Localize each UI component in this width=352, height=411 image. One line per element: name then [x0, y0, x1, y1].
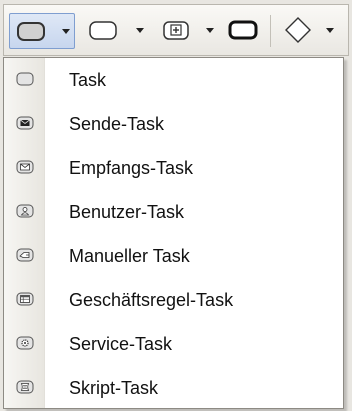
task-icon [16, 72, 34, 86]
task-shape-dropdown-button[interactable] [9, 13, 75, 49]
gateway-dropdown-button[interactable] [278, 13, 344, 49]
menu-item-label: Task [69, 70, 107, 90]
call-activity-button[interactable] [223, 13, 263, 49]
menu-item-service-task[interactable]: Service-Task [4, 322, 343, 366]
menu-item-manual-task[interactable]: Manueller Task [4, 234, 343, 278]
gateway-diamond-icon [285, 17, 311, 43]
service-task-icon [16, 336, 34, 350]
menu-item-receive-task[interactable]: Empfangs-Task [4, 146, 343, 190]
subprocess-shape-icon [89, 21, 117, 40]
menu-item-label: Manueller Task [69, 246, 190, 266]
task-type-menu: Task Sende-Task Empfangs-Task Benutzer-T… [3, 57, 344, 409]
chevron-down-icon [62, 29, 70, 34]
chevron-down-icon [326, 28, 334, 33]
business-rule-task-icon [16, 292, 34, 306]
menu-item-label: Benutzer-Task [69, 202, 185, 222]
collapsed-subprocess-icon [163, 21, 189, 40]
subprocess-shape-dropdown-button[interactable] [82, 13, 152, 49]
shape-toolbar [3, 4, 349, 56]
menu-item-business-rule-task[interactable]: Geschäftsregel-Task [4, 278, 343, 322]
menu-item-task[interactable]: Task [4, 58, 343, 102]
menu-item-label: Skript-Task [69, 378, 159, 398]
receive-task-icon [16, 160, 34, 174]
menu-item-script-task[interactable]: Skript-Task [4, 366, 343, 410]
menu-item-user-task[interactable]: Benutzer-Task [4, 190, 343, 234]
user-task-icon [16, 204, 34, 218]
task-shape-icon [17, 22, 45, 41]
menu-item-label: Empfangs-Task [69, 158, 194, 178]
manual-task-icon [16, 248, 34, 262]
collapsed-subprocess-dropdown-button[interactable] [156, 13, 222, 49]
chevron-down-icon [206, 28, 214, 33]
send-task-icon [16, 116, 34, 130]
chevron-down-icon [136, 28, 144, 33]
menu-item-label: Service-Task [69, 334, 173, 354]
script-task-icon [16, 380, 34, 394]
toolbar-separator [270, 15, 271, 47]
menu-item-label: Geschäftsregel-Task [69, 290, 234, 310]
call-activity-icon [228, 20, 258, 40]
menu-item-label: Sende-Task [69, 114, 165, 134]
menu-item-send-task[interactable]: Sende-Task [4, 102, 343, 146]
